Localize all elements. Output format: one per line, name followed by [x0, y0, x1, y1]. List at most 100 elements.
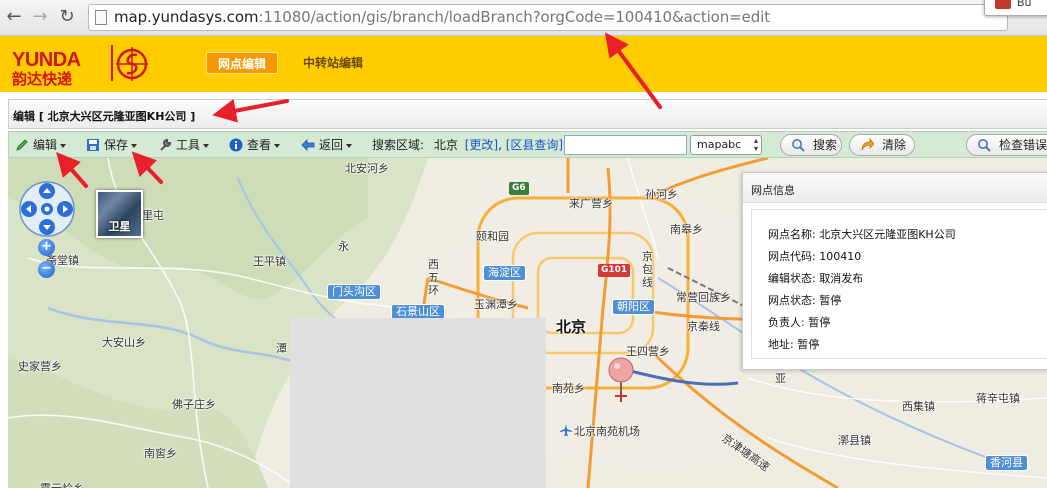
map-label: 潭 [276, 342, 287, 355]
info-icon [229, 138, 243, 151]
map-label-city: 北京 [556, 318, 587, 336]
county-search-link[interactable]: [区县查询] [506, 138, 563, 152]
highway-shield: G6 [509, 182, 529, 195]
info-row-name: 网点名称: 北京大兴区元隆亚图KH公司 [768, 226, 956, 242]
change-area-link[interactable]: [更改] [465, 138, 498, 152]
map-label: 西五环 [428, 258, 439, 297]
map-label: 王平镇 [253, 255, 286, 268]
view-menu-label: 查看 [247, 138, 272, 152]
search-button-label: 搜索 [813, 138, 838, 152]
search-button[interactable]: 搜索 [780, 134, 842, 156]
map-label: 北安河乡 [345, 162, 389, 175]
zoom-in-button[interactable]: + [38, 239, 55, 256]
info-label: 网点状态: [768, 294, 816, 307]
redo-arrow-icon [861, 138, 874, 151]
logo-text-cn: 韵达快递 [12, 70, 73, 88]
info-value: 暂停 [797, 338, 820, 351]
browser-toolbar: ← → ↻ map.yundasys.com:11080/action/gis/… [0, 0, 1047, 36]
tab-branch-edit[interactable]: 网点编辑 [206, 52, 279, 74]
check-errors-button[interactable]: 检查错误 [966, 134, 1047, 156]
pencil-icon [16, 138, 28, 151]
map-canvas[interactable]: 北安河乡 六里屯 斋堂镇 王平镇 大安山乡 史家营乡 佛子庄乡 南窖乡 霞云岭乡… [8, 158, 1047, 488]
address-url[interactable]: map.yundasys.com:11080/action/gis/branch… [114, 8, 770, 26]
tab-transfer-station-edit[interactable]: 中转站编辑 [292, 52, 374, 74]
back-menu-button[interactable]: 返回 [301, 136, 353, 154]
page-icon [95, 10, 107, 25]
save-menu-button[interactable]: 保存 [86, 136, 138, 154]
map-label: 孙河乡 [645, 188, 678, 201]
extension-button[interactable]: Bu [984, 0, 1047, 16]
info-row-address: 地址: 暂停 [768, 336, 819, 352]
yunda-logo: YUNDA 韵达快递 [10, 41, 160, 88]
info-value: 取消发布 [819, 272, 864, 285]
clear-button-label: 清除 [882, 138, 907, 152]
chevron-down-icon [274, 143, 281, 148]
reload-icon[interactable]: ↻ [57, 7, 77, 27]
info-value: 100410 [819, 250, 862, 263]
map-label: 南窖乡 [144, 447, 177, 460]
map-pin-icon[interactable] [606, 356, 636, 404]
map-label: 来广营乡 [569, 197, 613, 210]
info-row-code: 网点代码: 100410 [768, 248, 861, 264]
chevron-down-icon [346, 143, 353, 148]
chevron-down-icon [60, 143, 67, 148]
magnifier-icon [978, 139, 991, 152]
district-badge: 朝阳区 [612, 299, 655, 315]
logo-mark-icon [111, 45, 148, 81]
url-path: :11080/action/gis/branch/loadBranch?orgC… [258, 8, 771, 26]
forward-arrow-icon[interactable]: → [30, 7, 50, 27]
map-label: 蒋辛屯镇 [976, 392, 1020, 405]
back-menu-label: 返回 [319, 138, 344, 152]
search-area-label: 搜索区域: [372, 138, 425, 152]
extension-icon [995, 0, 1011, 9]
map-toolbar: 编辑 保存 工具 查看 返回 搜索区域: 北京 [更改], [区县查询] map… [8, 131, 1047, 158]
comma-separator: , [498, 138, 506, 152]
clear-button[interactable]: 清除 [849, 134, 915, 156]
map-label: 霞云岭乡 [40, 480, 84, 488]
chevron-down-icon [131, 143, 138, 148]
zoom-out-button[interactable]: − [38, 261, 55, 278]
back-arrow-icon[interactable]: ← [4, 7, 24, 27]
info-value: 暂停 [808, 316, 831, 329]
info-label: 网点代码: [768, 250, 816, 263]
district-badge: 门头沟区 [327, 284, 381, 300]
map-label: 南皋乡 [670, 223, 703, 236]
search-area-value: 北京 [433, 138, 458, 152]
map-label: 京秦线 [687, 320, 720, 333]
map-label: 漷县镇 [838, 434, 871, 447]
map-label: 大安山乡 [102, 336, 146, 349]
address-bar[interactable]: map.yundasys.com:11080/action/gis/branch… [88, 4, 1008, 31]
url-host: map.yundasys.com [114, 8, 259, 26]
edit-title-bar: 编辑 [ 北京大兴区元隆亚图KH公司 ] [8, 99, 1047, 129]
highway-shield: G101 [598, 264, 631, 277]
map-label: 西集镇 [902, 400, 935, 413]
map-provider-select[interactable]: mapabc ▴ ▾ [690, 135, 762, 155]
map-label: 京包线 [642, 250, 653, 289]
branch-info-panel: 网点信息 网点名称: 北京大兴区元隆亚图KH公司 网点代码: 100410 编辑… [742, 172, 1047, 370]
search-icon [792, 139, 805, 152]
edit-menu-button[interactable]: 编辑 [15, 136, 67, 154]
save-menu-label: 保存 [104, 138, 129, 152]
map-label: 亚 [775, 372, 786, 385]
view-menu-button[interactable]: 查看 [229, 136, 281, 154]
info-value: 暂停 [819, 294, 842, 307]
floppy-disk-icon [87, 138, 99, 151]
back-arrow-icon [301, 138, 315, 151]
satellite-label: 卫星 [108, 220, 131, 233]
district-badge: 香河县 [985, 455, 1028, 471]
district-badge: 海淀区 [483, 265, 526, 281]
map-label: 玉渊潭乡 [474, 298, 518, 311]
satellite-toggle-button[interactable]: 卫星 [96, 190, 143, 238]
tools-menu-button[interactable]: 工具 [158, 136, 210, 154]
map-label: 南苑乡 [552, 382, 585, 395]
check-errors-label: 检查错误 [999, 138, 1047, 152]
map-label: 常营回族乡 [676, 291, 731, 304]
pan-control[interactable] [18, 180, 76, 238]
search-input[interactable] [564, 135, 687, 155]
map-label: 佛子庄乡 [172, 398, 216, 411]
info-row-manager: 负责人: 暂停 [768, 314, 830, 330]
info-row-edit-status: 编辑状态: 取消发布 [768, 270, 863, 286]
info-label: 网点名称: [768, 228, 816, 241]
extension-label: Bu [1017, 0, 1032, 9]
unloaded-map-tile [290, 318, 546, 488]
